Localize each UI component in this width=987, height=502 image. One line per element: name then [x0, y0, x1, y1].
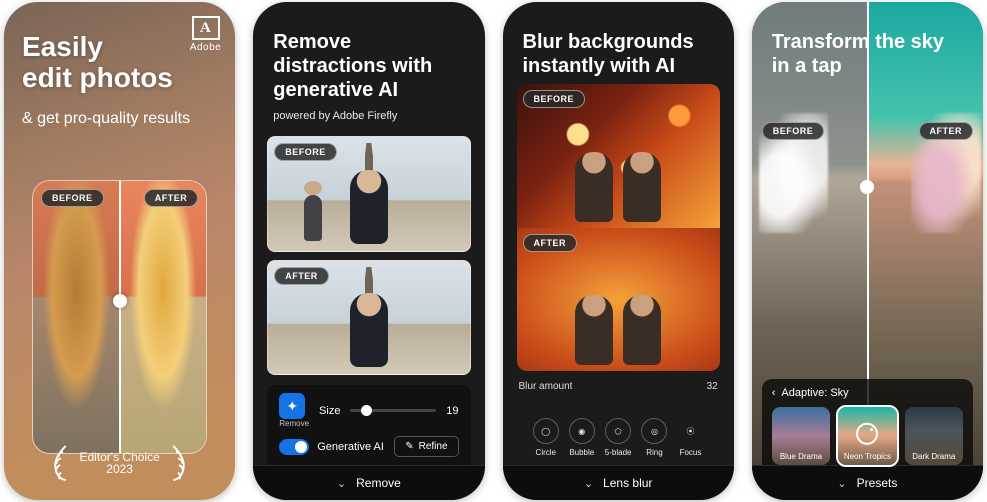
after-badge: AFTER	[274, 267, 329, 285]
after-image: AFTER	[267, 260, 470, 376]
chevron-down-icon: ⌄	[837, 477, 846, 490]
chevron-down-icon: ⌄	[337, 477, 346, 490]
screenshot-2: Remove distractions with generative AI p…	[253, 2, 484, 500]
remove-controls: ✦ Remove Size 19 Generative AI ✎ Refine	[267, 385, 470, 465]
ring-icon: ◎	[641, 418, 667, 444]
chevron-left-icon: ‹	[772, 387, 776, 399]
focus-icon: ⦿	[677, 418, 703, 444]
generative-ai-toggle[interactable]	[279, 439, 309, 455]
preset-dark-drama[interactable]: Dark Drama	[905, 407, 963, 465]
bottom-bar[interactable]: ⌄ Lens blur	[503, 465, 734, 500]
slider-handle[interactable]	[113, 294, 127, 308]
blur-controls: Blur amount 32 ◯Circle ◉Bubble ⬠5-blade …	[503, 371, 734, 465]
laurel-left-icon	[51, 444, 71, 482]
bottom-label: Presets	[857, 476, 898, 490]
award-badge: Editor's Choice 2023	[40, 444, 200, 482]
bottom-bar[interactable]: ⌄ Remove	[253, 465, 484, 500]
preset-blue-drama[interactable]: Blue Drama	[772, 407, 830, 465]
preset-neon-tropics[interactable]: Neon Tropics	[838, 407, 896, 465]
circle-icon: ◯	[533, 418, 559, 444]
before-badge: BEFORE	[523, 90, 586, 108]
bottom-bar[interactable]: ⌄ Presets	[752, 465, 983, 500]
bottom-label: Remove	[356, 476, 401, 490]
screenshot-3: Blur backgrounds instantly with AI BEFOR…	[503, 2, 734, 500]
headline-4: Transform the sky in a tap	[752, 2, 983, 84]
award-year: 2023	[79, 462, 159, 476]
subheadline-1: & get pro-quality results	[22, 110, 190, 128]
bokeh-5blade[interactable]: ⬠5-blade	[605, 418, 632, 457]
headline-3: Blur backgrounds instantly with AI	[503, 2, 734, 84]
blur-slider[interactable]	[503, 398, 734, 414]
presets-panel: ‹ Adaptive: Sky Blue Drama Neon Tropics …	[762, 379, 973, 465]
after-image: AFTER	[517, 228, 720, 372]
chevron-down-icon: ⌄	[584, 477, 593, 490]
screenshot-4: Transform the sky in a tap BEFORE AFTER …	[752, 2, 983, 500]
size-slider[interactable]	[350, 409, 436, 412]
after-badge: AFTER	[919, 122, 974, 140]
blur-amount-value: 32	[707, 381, 718, 392]
pencil-icon: ✎	[405, 441, 413, 452]
slider-handle[interactable]	[860, 180, 874, 194]
bubble-icon: ◉	[569, 418, 595, 444]
after-badge: AFTER	[144, 189, 199, 207]
pentagon-icon: ⬠	[605, 418, 631, 444]
blur-amount-label: Blur amount	[519, 381, 573, 392]
bokeh-options: ◯Circle ◉Bubble ⬠5-blade ◎Ring ⦿Focus	[503, 414, 734, 465]
before-image: BEFORE	[267, 136, 470, 252]
remove-chip-label: Remove	[279, 419, 309, 428]
compare-slider[interactable]: BEFORE AFTER	[32, 180, 207, 454]
bokeh-ring[interactable]: ◎Ring	[641, 418, 667, 457]
remove-tool-icon[interactable]: ✦	[279, 393, 305, 419]
size-value: 19	[446, 405, 458, 417]
after-badge: AFTER	[523, 234, 578, 252]
before-badge: BEFORE	[274, 143, 337, 161]
headline-2: Remove distractions with generative AI	[253, 2, 484, 108]
before-badge: BEFORE	[41, 189, 104, 207]
laurel-right-icon	[168, 444, 188, 482]
subheadline-2: powered by Adobe Firefly	[253, 108, 484, 136]
preset-breadcrumb[interactable]: ‹ Adaptive: Sky	[772, 387, 963, 399]
generative-ai-label: Generative AI	[317, 441, 384, 453]
bokeh-circle[interactable]: ◯Circle	[533, 418, 559, 457]
size-label: Size	[319, 405, 340, 417]
bokeh-focus[interactable]: ⦿Focus	[677, 418, 703, 457]
screenshot-1: A Adobe Easilyedit photos & get pro-qual…	[4, 2, 235, 500]
bokeh-bubble[interactable]: ◉Bubble	[569, 418, 595, 457]
before-badge: BEFORE	[762, 122, 825, 140]
bottom-label: Lens blur	[603, 476, 652, 490]
before-image: BEFORE	[517, 84, 720, 228]
refine-button[interactable]: ✎ Refine	[394, 436, 458, 457]
headline-1: Easilyedit photos	[22, 32, 217, 94]
